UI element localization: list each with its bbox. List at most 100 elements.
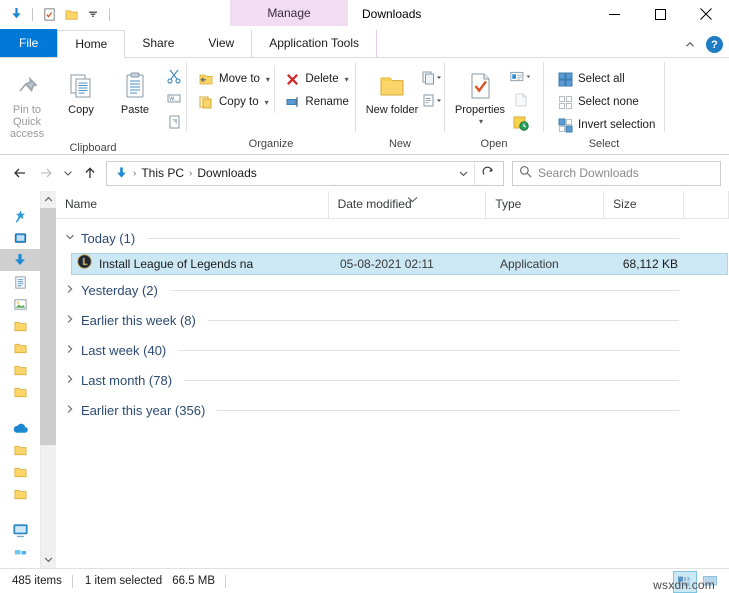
delete-label: Delete bbox=[305, 73, 338, 85]
sidebar-item-folder-7[interactable] bbox=[0, 483, 40, 505]
back-button[interactable] bbox=[8, 161, 32, 185]
column-header-date-modified[interactable]: Date modified bbox=[329, 191, 487, 218]
sidebar-item-downloads[interactable] bbox=[0, 249, 40, 271]
search-input[interactable]: Search Downloads bbox=[538, 166, 639, 180]
sidebar-item-folder-3[interactable] bbox=[0, 359, 40, 381]
tab-home[interactable]: Home bbox=[57, 30, 125, 58]
pin-to-quick-access-button[interactable]: Pin to Quick access bbox=[0, 63, 54, 140]
sidebar-item-this-pc[interactable] bbox=[0, 519, 40, 541]
downloads-icon[interactable] bbox=[6, 4, 26, 24]
column-header-size-label: Size bbox=[613, 197, 636, 211]
tab-file[interactable]: File bbox=[0, 29, 57, 57]
group-header-today[interactable]: Today (1) bbox=[56, 223, 729, 253]
sidebar-item-folder-5[interactable] bbox=[0, 439, 40, 461]
copy-to-button[interactable]: Copy to ▾ bbox=[193, 91, 274, 113]
properties-caret-icon[interactable]: ▾ bbox=[479, 117, 483, 126]
address-dropdown-chevron-icon[interactable] bbox=[452, 168, 474, 179]
ribbon-group-clipboard: Pin to Quick access Copy bbox=[0, 58, 186, 154]
collapse-ribbon-chevron-icon[interactable] bbox=[684, 39, 696, 51]
league-of-legends-icon bbox=[77, 254, 92, 274]
chevron-right-icon[interactable] bbox=[64, 344, 76, 357]
sidebar-item-onedrive[interactable] bbox=[0, 417, 40, 439]
minimize-button[interactable] bbox=[591, 0, 637, 28]
properties-button[interactable]: Properties ▾ bbox=[451, 63, 509, 126]
tab-application-tools[interactable]: Application Tools bbox=[252, 30, 376, 57]
contextual-tab-manage[interactable]: Manage bbox=[230, 0, 348, 26]
up-button[interactable] bbox=[78, 161, 102, 185]
help-icon[interactable]: ? bbox=[706, 36, 723, 53]
chevron-right-icon[interactable] bbox=[64, 374, 76, 387]
file-list[interactable]: Today (1) Install League of Legends na bbox=[56, 219, 729, 568]
chevron-down-icon[interactable] bbox=[64, 232, 76, 245]
navigation-pane-scroll-thumb[interactable] bbox=[40, 208, 56, 445]
sidebar-item-network[interactable] bbox=[0, 541, 40, 563]
group-header-earlier-this-week[interactable]: Earlier this week (8) bbox=[56, 305, 729, 335]
group-header-last-week[interactable]: Last week (40) bbox=[56, 335, 729, 365]
sidebar-item-pictures[interactable] bbox=[0, 293, 40, 315]
column-header-size[interactable]: Size bbox=[604, 191, 684, 218]
refresh-button[interactable] bbox=[474, 162, 501, 185]
easy-access-icon[interactable] bbox=[420, 90, 444, 112]
history-icon[interactable] bbox=[509, 112, 533, 134]
forward-button[interactable] bbox=[34, 161, 58, 185]
new-folder-button[interactable]: New folder bbox=[364, 63, 420, 116]
large-icons-view-button[interactable] bbox=[699, 571, 721, 591]
invert-selection-button[interactable]: Invert selection bbox=[552, 114, 659, 136]
details-view-button[interactable] bbox=[673, 571, 697, 593]
group-header-last-month[interactable]: Last month (78) bbox=[56, 365, 729, 395]
file-name-cell[interactable]: Install League of Legends na bbox=[72, 254, 330, 274]
ribbon-group-label-select: Select bbox=[544, 136, 664, 154]
select-none-button[interactable]: Select none bbox=[552, 91, 659, 113]
move-to-caret-icon[interactable]: ▾ bbox=[266, 75, 270, 84]
chevron-right-icon[interactable] bbox=[64, 314, 76, 327]
chevron-right-icon[interactable] bbox=[64, 284, 76, 297]
edit-icon[interactable] bbox=[509, 89, 533, 111]
delete-caret-icon[interactable]: ▾ bbox=[345, 75, 349, 84]
maximize-button[interactable] bbox=[637, 0, 683, 28]
customize-chevron-icon[interactable] bbox=[83, 4, 103, 24]
copy-to-caret-icon[interactable]: ▾ bbox=[265, 98, 269, 107]
quick-access-toolbar bbox=[0, 0, 114, 28]
search-box[interactable]: Search Downloads bbox=[512, 161, 721, 186]
paste-label: Paste bbox=[121, 104, 149, 116]
group-header-earlier-this-year-label: Earlier this year (356) bbox=[81, 403, 205, 418]
move-to-button[interactable]: Move to ▾ bbox=[193, 68, 274, 90]
group-header-earlier-this-year[interactable]: Earlier this year (356) bbox=[56, 395, 729, 425]
sidebar-item-documents[interactable] bbox=[0, 271, 40, 293]
scroll-down-arrow-icon[interactable] bbox=[44, 551, 53, 568]
breadcrumb-item-this-pc[interactable]: This PC bbox=[141, 166, 184, 180]
sidebar-item-folder-2[interactable] bbox=[0, 337, 40, 359]
properties-icon[interactable] bbox=[39, 4, 59, 24]
table-row[interactable]: Install League of Legends na 05-08-2021 … bbox=[71, 253, 728, 275]
sidebar-item-folder-1[interactable] bbox=[0, 315, 40, 337]
scroll-up-arrow-icon[interactable] bbox=[44, 191, 53, 208]
sidebar-item-desktop[interactable] bbox=[0, 227, 40, 249]
open-icon[interactable] bbox=[509, 66, 533, 88]
select-all-button[interactable]: Select all bbox=[552, 68, 659, 90]
sidebar-item-folder-4[interactable] bbox=[0, 381, 40, 403]
column-header-type[interactable]: Type bbox=[486, 191, 604, 218]
properties-large-icon bbox=[466, 67, 494, 101]
column-header-spare[interactable] bbox=[684, 191, 729, 218]
new-folder-icon[interactable] bbox=[61, 4, 81, 24]
sidebar-item-quick-access[interactable] bbox=[0, 205, 40, 227]
column-header-name[interactable]: Name bbox=[56, 191, 329, 218]
breadcrumb-item-downloads[interactable]: Downloads bbox=[197, 166, 256, 180]
group-header-rule bbox=[217, 410, 679, 411]
tab-view[interactable]: View bbox=[191, 30, 251, 57]
copy-button[interactable]: Copy bbox=[54, 63, 108, 116]
copy-path-icon[interactable]: W... bbox=[162, 88, 186, 110]
cut-icon[interactable] bbox=[162, 65, 186, 87]
paste-shortcut-icon[interactable] bbox=[162, 111, 186, 133]
close-button[interactable] bbox=[683, 0, 729, 28]
recent-locations-button[interactable] bbox=[60, 161, 76, 185]
group-header-yesterday[interactable]: Yesterday (2) bbox=[56, 275, 729, 305]
tab-share[interactable]: Share bbox=[125, 30, 191, 57]
address-bar[interactable]: › This PC › Downloads bbox=[106, 161, 504, 186]
chevron-right-icon[interactable] bbox=[64, 404, 76, 417]
new-item-icon[interactable] bbox=[420, 67, 444, 89]
sidebar-item-folder-6[interactable] bbox=[0, 461, 40, 483]
delete-button[interactable]: Delete ▾ bbox=[279, 68, 355, 90]
paste-button[interactable]: Paste bbox=[108, 63, 162, 116]
rename-button[interactable]: Rename bbox=[279, 91, 355, 113]
